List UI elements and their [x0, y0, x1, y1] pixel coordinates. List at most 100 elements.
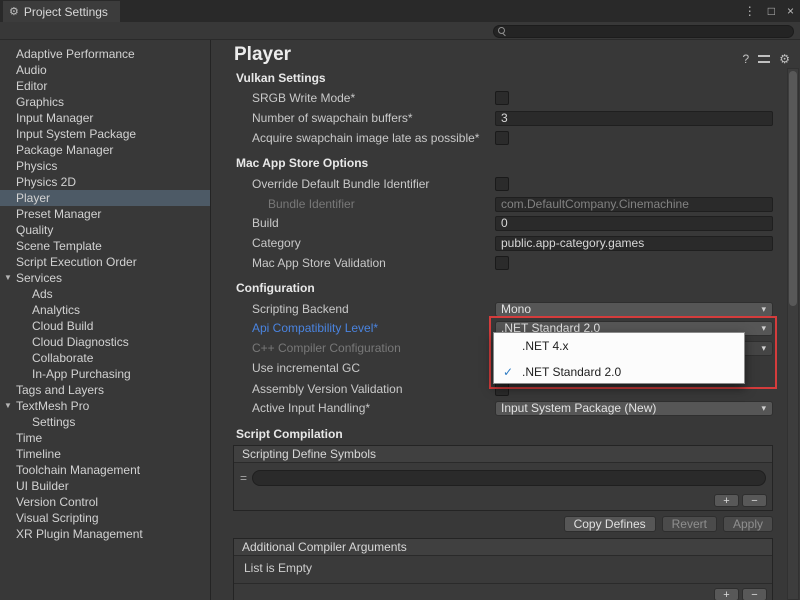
field-label: Build: [252, 216, 495, 230]
sidebar-item-timeline[interactable]: Timeline: [0, 446, 210, 462]
field-label: Number of swapchain buffers*: [252, 111, 495, 125]
field-label: Scripting Backend: [252, 302, 495, 316]
api-compatibility-popup: .NET 4.x ✓ .NET Standard 2.0: [493, 332, 745, 384]
field-label: SRGB Write Mode*: [252, 91, 495, 105]
field-label: Active Input Handling*: [252, 401, 495, 415]
sidebar-item-services[interactable]: ▼ Services: [0, 270, 210, 286]
vertical-scrollbar[interactable]: [787, 68, 799, 600]
project-settings-tab[interactable]: ⚙ Project Settings: [3, 1, 120, 22]
override-bundle-identifier-checkbox[interactable]: [495, 177, 509, 191]
sidebar-item-textmesh-pro[interactable]: ▼ TextMesh Pro: [0, 398, 210, 414]
sidebar-item-analytics[interactable]: Analytics: [0, 302, 210, 318]
field-value: 3: [501, 111, 508, 125]
sidebar-item-collaborate[interactable]: Collaborate: [0, 350, 210, 366]
sidebar-item-label: TextMesh Pro: [16, 398, 89, 414]
sidebar-item-package-manager[interactable]: Package Manager: [0, 142, 210, 158]
sidebar-item-cloud-build[interactable]: Cloud Build: [0, 318, 210, 334]
panel-header: Additional Compiler Arguments: [234, 539, 772, 556]
add-button[interactable]: +: [714, 494, 739, 507]
category-row: Category public.app-category.games: [252, 234, 773, 252]
field-label: Category: [252, 236, 495, 250]
sidebar-item-player[interactable]: Player: [0, 190, 210, 206]
chevron-down-icon: ▾: [761, 323, 767, 334]
sidebar-item-graphics[interactable]: Graphics: [0, 94, 210, 110]
popup-item-net-standard-20[interactable]: ✓ .NET Standard 2.0: [494, 359, 744, 385]
dropdown-value: Mono: [501, 302, 761, 316]
sidebar-item-scene-template[interactable]: Scene Template: [0, 238, 210, 254]
build-input[interactable]: 0: [495, 216, 773, 231]
panel-header-icons: ? ⚙: [743, 52, 790, 66]
srgb-write-mode-checkbox[interactable]: [495, 91, 509, 105]
popup-item-net-4x[interactable]: .NET 4.x: [494, 333, 744, 359]
sidebar-item-input-system-package[interactable]: Input System Package: [0, 126, 210, 142]
search-input[interactable]: [510, 26, 793, 37]
sidebar-item-physics-2d[interactable]: Physics 2D: [0, 174, 210, 190]
sidebar-item-in-app-purchasing[interactable]: In-App Purchasing: [0, 366, 210, 382]
revert-button[interactable]: Revert: [662, 516, 717, 532]
window-controls: ⋮ □ ×: [744, 0, 794, 22]
foldout-arrow-icon[interactable]: ▼: [4, 270, 16, 286]
remove-button[interactable]: −: [742, 588, 767, 600]
foldout-arrow-icon[interactable]: ▼: [4, 398, 16, 414]
dropdown-value: Input System Package (New): [501, 401, 761, 415]
sidebar-item-tags-and-layers[interactable]: Tags and Layers: [0, 382, 210, 398]
search-box[interactable]: [493, 25, 794, 38]
search-icon: [498, 27, 507, 36]
apply-button[interactable]: Apply: [723, 516, 773, 532]
toolbar: [0, 22, 800, 40]
sidebar-item-ui-builder[interactable]: UI Builder: [0, 478, 210, 494]
override-bundle-identifier-row: Override Default Bundle Identifier: [252, 175, 773, 193]
drag-handle-icon[interactable]: =: [240, 471, 247, 485]
presets-icon[interactable]: [758, 54, 770, 64]
sidebar-item-adaptive-performance[interactable]: Adaptive Performance: [0, 46, 210, 62]
settings-category-sidebar: Adaptive Performance Audio Editor Graphi…: [0, 40, 211, 600]
sidebar-item-preset-manager[interactable]: Preset Manager: [0, 206, 210, 222]
category-input[interactable]: public.app-category.games: [495, 236, 773, 251]
window-close-icon[interactable]: ×: [787, 4, 794, 18]
popup-item-label: .NET 4.x: [522, 339, 568, 353]
window-menu-icon[interactable]: ⋮: [744, 4, 756, 18]
remove-button[interactable]: −: [742, 494, 767, 507]
player-settings-panel: Player ? ⚙ Vulkan Settings SRGB Write Mo…: [212, 40, 800, 600]
swapchain-buffers-row: Number of swapchain buffers* 3: [252, 109, 773, 127]
swapchain-buffers-input[interactable]: 3: [495, 111, 773, 126]
add-button[interactable]: +: [714, 588, 739, 600]
sidebar-item-audio[interactable]: Audio: [0, 62, 210, 78]
sidebar-item-time[interactable]: Time: [0, 430, 210, 446]
scripting-backend-dropdown[interactable]: Mono ▾: [495, 302, 773, 317]
window-titlebar: ⚙ Project Settings ⋮ □ ×: [0, 0, 800, 22]
field-label: Use incremental GC: [252, 361, 495, 375]
define-symbol-row: =: [240, 469, 766, 486]
sidebar-item-physics[interactable]: Physics: [0, 158, 210, 174]
window-maximize-icon[interactable]: □: [768, 4, 775, 18]
field-value: 0: [501, 216, 508, 230]
scripting-backend-row: Scripting Backend Mono ▾: [252, 300, 773, 318]
field-label: Mac App Store Validation: [252, 256, 495, 270]
sidebar-item-toolchain-management[interactable]: Toolchain Management: [0, 462, 210, 478]
help-icon[interactable]: ?: [743, 52, 750, 66]
sidebar-item-script-execution-order[interactable]: Script Execution Order: [0, 254, 210, 270]
acquire-swapchain-checkbox[interactable]: [495, 131, 509, 145]
settings-gear-icon[interactable]: ⚙: [779, 52, 790, 66]
sidebar-item-visual-scripting[interactable]: Visual Scripting: [0, 510, 210, 526]
sidebar-item-input-manager[interactable]: Input Manager: [0, 110, 210, 126]
sidebar-item-editor[interactable]: Editor: [0, 78, 210, 94]
panel-header: Scripting Define Symbols: [234, 446, 772, 463]
chevron-down-icon: ▾: [761, 304, 767, 315]
sidebar-item-ads[interactable]: Ads: [0, 286, 210, 302]
sidebar-item-quality[interactable]: Quality: [0, 222, 210, 238]
sidebar-item-cloud-diagnostics[interactable]: Cloud Diagnostics: [0, 334, 210, 350]
chevron-down-icon: ▾: [761, 343, 767, 354]
field-label: Assembly Version Validation: [252, 382, 495, 396]
scrollbar-thumb[interactable]: [789, 71, 797, 306]
sidebar-item-xr-plugin-management[interactable]: XR Plugin Management: [0, 526, 210, 542]
copy-defines-button[interactable]: Copy Defines: [564, 516, 656, 532]
define-symbol-input[interactable]: [252, 470, 766, 486]
sidebar-item-tmp-settings[interactable]: Settings: [0, 414, 210, 430]
sidebar-item-version-control[interactable]: Version Control: [0, 494, 210, 510]
mac-app-store-validation-checkbox[interactable]: [495, 256, 509, 270]
active-input-handling-dropdown[interactable]: Input System Package (New) ▾: [495, 401, 773, 416]
section-header-configuration: Configuration: [236, 280, 315, 296]
list-buttons: + −: [714, 588, 767, 600]
field-label: Api Compatibility Level*: [252, 321, 495, 335]
